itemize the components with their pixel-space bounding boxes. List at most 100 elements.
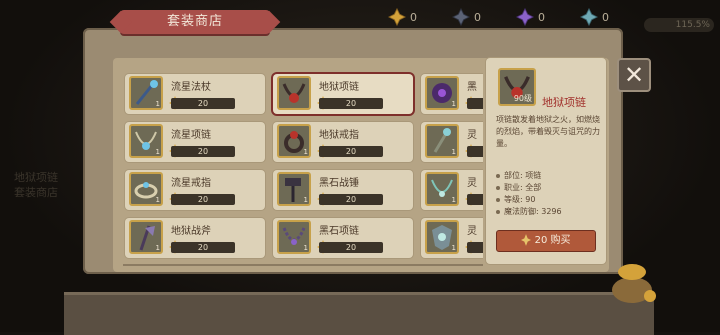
- buy-price: 20: [534, 235, 548, 246]
- background-text-line: 地狱项链: [14, 171, 58, 184]
- currency-cyan-value: 0: [602, 10, 609, 24]
- detail-item-name: 地狱项链: [542, 96, 586, 109]
- item-price: 20: [319, 98, 383, 109]
- item-name: 黑石战锤: [319, 178, 359, 189]
- item-level: 1: [451, 100, 456, 108]
- item-level: 1: [155, 100, 160, 108]
- item-name: 灵: [467, 178, 477, 189]
- item-name: 灵: [467, 130, 477, 141]
- gold-cross-icon: [388, 8, 406, 26]
- item-price: 20: [171, 194, 235, 205]
- item-icon: 1: [129, 172, 163, 206]
- item-card-selected[interactable]: 地狱项链 20: [273, 74, 413, 114]
- coin-bag-icon: [612, 264, 656, 303]
- item-level: 1: [451, 244, 456, 252]
- item-card[interactable]: 1 黑 20: [421, 74, 483, 114]
- item-icon: 1: [129, 124, 163, 158]
- background-text: 地狱项链 套装商店: [14, 170, 74, 200]
- currency-purple: 0: [516, 6, 545, 28]
- bullet-icon: [496, 209, 500, 214]
- stat-slot: 部位: 项链: [504, 171, 542, 180]
- item-level: 1: [155, 148, 160, 156]
- item-card[interactable]: 1 灵 20: [421, 218, 483, 258]
- item-card[interactable]: 1 黑石战锤 20: [273, 170, 413, 210]
- item-icon: 1: [277, 172, 311, 206]
- bullet-icon: [496, 197, 500, 202]
- item-icon: 1: [425, 172, 459, 206]
- item-price: 20: [467, 194, 483, 205]
- stat-row: 部位: 项链: [496, 170, 562, 182]
- item-icon: 1: [129, 220, 163, 254]
- item-level: 1: [451, 148, 456, 156]
- item-icon: 1: [425, 124, 459, 158]
- page-title: 套装商店: [166, 14, 223, 29]
- item-price: 20: [171, 98, 235, 109]
- currency-purple-value: 0: [538, 10, 545, 24]
- item-level: 1: [303, 244, 308, 252]
- cyan-cross-icon: [580, 8, 598, 26]
- item-level: 1: [155, 196, 160, 204]
- item-price: 20: [467, 146, 483, 157]
- background-text-line: 套装商店: [14, 186, 58, 199]
- item-price: 20: [319, 194, 383, 205]
- purple-cross-icon: [516, 8, 534, 26]
- item-price: 20: [467, 98, 483, 109]
- necklace-icon: [282, 83, 306, 103]
- top-right-badge: 115.5%: [644, 18, 714, 32]
- currency-dark: 0: [452, 6, 481, 28]
- stat-level: 等级: 90: [504, 195, 536, 204]
- item-icon: 1: [277, 220, 311, 254]
- item-name: 流星项链: [171, 130, 211, 141]
- item-grid: 1 流星法杖 20 地狱项链 20 1 黑 20 1 流星项链 20: [123, 70, 483, 262]
- item-icon: 1: [425, 76, 459, 110]
- item-level: 1: [303, 196, 308, 204]
- stat-row: 魔法防御: 3296: [496, 206, 562, 218]
- currency-bar: 0 0 0 0 115.5%: [380, 6, 720, 32]
- bullet-icon: [496, 185, 500, 190]
- close-icon: ✕: [623, 61, 645, 89]
- item-name: 地狱戒指: [319, 130, 359, 141]
- item-name: 黑: [467, 82, 477, 93]
- item-name: 地狱项链: [319, 82, 359, 93]
- dark-cross-icon: [452, 8, 470, 26]
- currency-gold-value: 0: [410, 10, 417, 24]
- divider: [123, 264, 483, 266]
- item-card[interactable]: 1 流星戒指 20: [125, 170, 265, 210]
- item-name: 地狱战斧: [171, 226, 211, 237]
- bullet-icon: [496, 173, 500, 178]
- item-price: 20: [319, 242, 383, 253]
- item-name: 黑石项链: [319, 226, 359, 237]
- title-banner: 套装商店: [120, 10, 270, 34]
- item-card[interactable]: 1 灵 20: [421, 122, 483, 162]
- close-button[interactable]: ✕: [617, 58, 651, 92]
- buy-label: 购买: [550, 235, 571, 246]
- item-level: 1: [451, 196, 456, 204]
- item-level: 1: [155, 244, 160, 252]
- item-price: 20: [319, 146, 383, 157]
- currency-gold: 0: [388, 6, 417, 28]
- item-card[interactable]: 1 灵 20: [421, 170, 483, 210]
- stat-class: 职业: 全部: [504, 183, 542, 192]
- item-card[interactable]: 1 地狱战斧 20: [125, 218, 265, 258]
- item-price: 20: [171, 146, 235, 157]
- stat-row: 等级: 90: [496, 194, 562, 206]
- item-icon: [277, 76, 311, 110]
- stat-row: 职业: 全部: [496, 182, 562, 194]
- buy-button[interactable]: 20 购买: [496, 230, 596, 252]
- item-icon: 1: [277, 124, 311, 158]
- item-card[interactable]: 1 流星法杖 20: [125, 74, 265, 114]
- panel-base: [64, 292, 654, 335]
- detail-item-stats: 部位: 项链 职业: 全部 等级: 90 魔法防御: 3296: [496, 170, 562, 218]
- item-card[interactable]: 1 流星项链 20: [125, 122, 265, 162]
- stat-magic-defense: 魔法防御: 3296: [504, 207, 562, 216]
- item-name: 流星法杖: [171, 82, 211, 93]
- currency-cyan: 0: [580, 6, 609, 28]
- detail-item-description: 项链散发着地狱之火，如燃烧的烈焰，带着毁灭与诅咒的力量。: [496, 115, 600, 148]
- currency-dark-value: 0: [474, 10, 481, 24]
- item-card[interactable]: 1 黑石项链 20: [273, 218, 413, 258]
- detail-item-icon: 90级: [498, 68, 536, 106]
- item-icon: 1: [129, 76, 163, 110]
- item-icon: 1: [425, 220, 459, 254]
- item-detail-panel: 90级 地狱项链 项链散发着地狱之火，如燃烧的烈焰，带着毁灭与诅咒的力量。 部位…: [486, 58, 606, 264]
- item-card[interactable]: 1 地狱戒指 20: [273, 122, 413, 162]
